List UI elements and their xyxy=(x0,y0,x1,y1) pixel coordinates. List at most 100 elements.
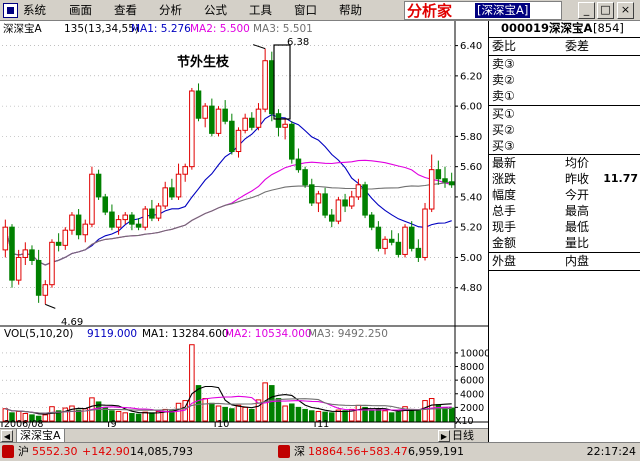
sell-2-row: 卖② xyxy=(489,72,640,88)
volume-bar xyxy=(129,413,135,422)
menu-help[interactable]: 帮助 xyxy=(339,3,362,18)
current-volume-label: 现手 xyxy=(492,220,517,234)
candle-body xyxy=(9,226,15,281)
menu-analysis[interactable]: 分析 xyxy=(159,3,182,18)
buy-1-label: 买① xyxy=(492,107,515,121)
candle xyxy=(142,205,148,231)
candle xyxy=(448,172,455,188)
candle xyxy=(229,113,235,155)
candle xyxy=(242,113,248,134)
candle-body xyxy=(342,199,348,207)
menu-window[interactable]: 窗口 xyxy=(294,3,317,18)
range-label: 幅度 xyxy=(492,188,517,202)
tab-scroll-right-button[interactable]: ▶ xyxy=(438,430,450,442)
candle xyxy=(89,166,95,228)
volume-bar xyxy=(195,385,202,422)
candle xyxy=(22,242,29,266)
app-icon[interactable] xyxy=(3,3,18,18)
volume-bar xyxy=(295,406,302,422)
volume-bar xyxy=(309,410,315,422)
candle-body xyxy=(149,208,155,219)
order-diff-label: 委差 xyxy=(565,39,590,53)
kline-chart-svg[interactable]: 6.40 6.20 6.00 5.80 5.60 5.40 5.20 5.00 4.80 1000… xyxy=(0,21,488,428)
candle xyxy=(249,112,255,131)
vol-tick-label: 2000 xyxy=(460,403,484,414)
candle-body xyxy=(62,229,69,246)
volume-layer xyxy=(2,344,455,422)
menu-view[interactable]: 查看 xyxy=(114,3,137,18)
candle-body xyxy=(435,169,442,180)
menu-view-screen[interactable]: 画面 xyxy=(69,3,92,18)
vol-tick-label: 10000 xyxy=(460,348,488,359)
ma1-legend: MA1: 5.276 xyxy=(131,23,191,35)
candle xyxy=(222,100,228,125)
volume-bar xyxy=(175,402,182,422)
buy-3-label: 买③ xyxy=(492,139,515,153)
vol-legend-ma3: MA3: 9492.250 xyxy=(308,328,388,340)
low-marker-label: 4.69 xyxy=(61,317,83,328)
volume-bar xyxy=(115,410,122,422)
quote-row-outer-inner: 外盘 内盘 xyxy=(489,253,640,269)
quote-panel: 000019 深深宝A [854] 委比 委差 卖③ 卖② 卖① 买① 买② 买… xyxy=(488,21,640,451)
candle xyxy=(162,181,168,210)
candle-body xyxy=(175,173,182,198)
candle-layer xyxy=(2,48,455,305)
alert-icon-sz[interactable] xyxy=(278,445,290,458)
menu-formula[interactable]: 公式 xyxy=(204,3,227,18)
volume-bar xyxy=(122,412,129,422)
status-bar: 沪 5552.30 +142.90 14,085,793 深 18864.56 … xyxy=(0,442,640,461)
quote-row-change: 涨跌 昨收 11.77 xyxy=(489,171,640,187)
volume-bar xyxy=(209,402,215,422)
high-marker-arrow xyxy=(252,44,266,50)
kline-legend: 135(13,34,55) xyxy=(64,23,139,35)
candle-body xyxy=(322,193,328,216)
tab-scroll-left-button[interactable]: ◀ xyxy=(1,430,13,442)
volume-bar xyxy=(69,405,75,422)
buy-3-row: 买③ xyxy=(489,138,640,154)
candle xyxy=(9,224,15,288)
candle-body xyxy=(388,238,395,243)
close-button[interactable]: × xyxy=(617,2,634,19)
menu-tools[interactable]: 工具 xyxy=(249,3,272,18)
total-volume-label: 总手 xyxy=(492,204,517,218)
candle xyxy=(335,196,342,225)
sell-1-row: 卖① xyxy=(489,88,640,104)
candle xyxy=(295,148,302,173)
kline-chart[interactable]: 6.40 6.20 6.00 5.80 5.60 5.40 5.20 5.00 4.80 1000… xyxy=(0,21,488,428)
candle-body xyxy=(269,60,275,115)
candle-body xyxy=(362,184,368,216)
price-tick-label: 6.00 xyxy=(460,102,482,113)
candle xyxy=(129,212,135,231)
volume-bar xyxy=(282,405,288,422)
candle-body xyxy=(402,226,408,255)
volume-bar xyxy=(189,344,195,422)
sz-change: +583.47 xyxy=(360,445,408,458)
maximize-button[interactable]: □ xyxy=(597,2,614,19)
price-tick-label: 4.80 xyxy=(460,283,482,294)
candle-body xyxy=(162,187,168,207)
candle-body xyxy=(442,178,448,183)
candle xyxy=(209,98,215,137)
period-label[interactable]: 日线 xyxy=(452,429,474,442)
tab-stock[interactable]: 深深宝A xyxy=(16,429,65,443)
candle-body xyxy=(189,90,195,168)
sell-2-label: 卖② xyxy=(492,73,515,87)
candle-body xyxy=(102,196,109,213)
candle-body xyxy=(348,196,355,207)
candle xyxy=(269,51,275,122)
minimize-button[interactable]: _ xyxy=(578,2,595,19)
candle-body xyxy=(229,120,235,153)
stock-name: 深深宝A xyxy=(549,21,593,35)
candle-body xyxy=(309,184,315,204)
candle xyxy=(2,219,9,258)
candle xyxy=(215,106,222,137)
volume-bar xyxy=(428,398,435,422)
alert-icon[interactable] xyxy=(2,445,14,458)
volume-bar xyxy=(415,409,422,422)
candle-body xyxy=(182,166,188,175)
candle xyxy=(315,190,322,213)
quote-header: 000019 深深宝A [854] xyxy=(489,21,640,37)
menu-system[interactable]: 系统 xyxy=(23,3,46,18)
candle xyxy=(95,169,102,200)
candle-body xyxy=(262,60,268,110)
